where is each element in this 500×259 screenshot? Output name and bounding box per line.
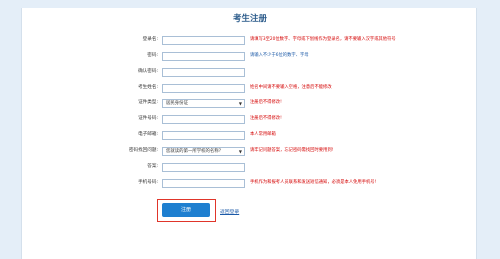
field-label: 密码找回问题: [128, 148, 158, 153]
field-label: 登录名: [142, 37, 158, 42]
field-hint: 请输入不少于6位的数字、字母 [250, 53, 309, 58]
field-hint: 请填写3至20位数字、字母或下划线作为登录名，请不要输入汉字或其他符号 [250, 37, 396, 42]
field-select[interactable]: 居民身份证 ▼ [162, 99, 245, 108]
page-title: 考生注册 [232, 14, 267, 24]
field-label: 答案: [147, 164, 158, 169]
register-button[interactable]: 注册 [162, 203, 210, 217]
field-input[interactable] [162, 52, 245, 61]
field-label: 证件号码: [138, 116, 158, 121]
field-label: 手机号码: [138, 180, 158, 185]
chevron-down-icon: ▼ [238, 149, 242, 154]
field-label: 密码: [147, 53, 158, 58]
field-label: 确认密码: [138, 69, 158, 74]
field-input[interactable] [162, 179, 245, 188]
field-hint: 注册后不得修改! [250, 116, 282, 121]
field-hint: 请牢记问题答案，忘记密码需找回时要用到! [250, 148, 334, 153]
select-value: 您就读的第一所学校的名称？ [166, 149, 224, 154]
field-label: 证件类型: [138, 100, 158, 105]
field-label: 电子邮箱: [138, 132, 158, 137]
field-input[interactable] [162, 115, 245, 124]
field-label: 考生姓名: [138, 85, 158, 90]
select-value: 居民身份证 [166, 101, 188, 106]
chevron-down-icon: ▼ [238, 101, 242, 106]
field-hint: 注册后不得修改! [250, 100, 282, 105]
field-hint: 姓名中间请不要输入空格，注意后不能修改 [250, 85, 332, 90]
field-select[interactable]: 您就读的第一所学校的名称？ ▼ [162, 147, 245, 156]
registration-panel [21, 8, 477, 259]
field-hint: 本人常用邮箱 [250, 132, 276, 137]
field-input[interactable] [162, 36, 245, 45]
back-to-login-link[interactable]: 返回登录 [220, 208, 239, 215]
field-input[interactable] [162, 68, 245, 77]
field-input[interactable] [162, 131, 245, 140]
field-input[interactable] [162, 163, 245, 172]
field-input[interactable] [162, 84, 245, 93]
field-hint: 手机作为和报考人员联系和发送短信通知，必须是本人免用手机号! [250, 180, 377, 185]
